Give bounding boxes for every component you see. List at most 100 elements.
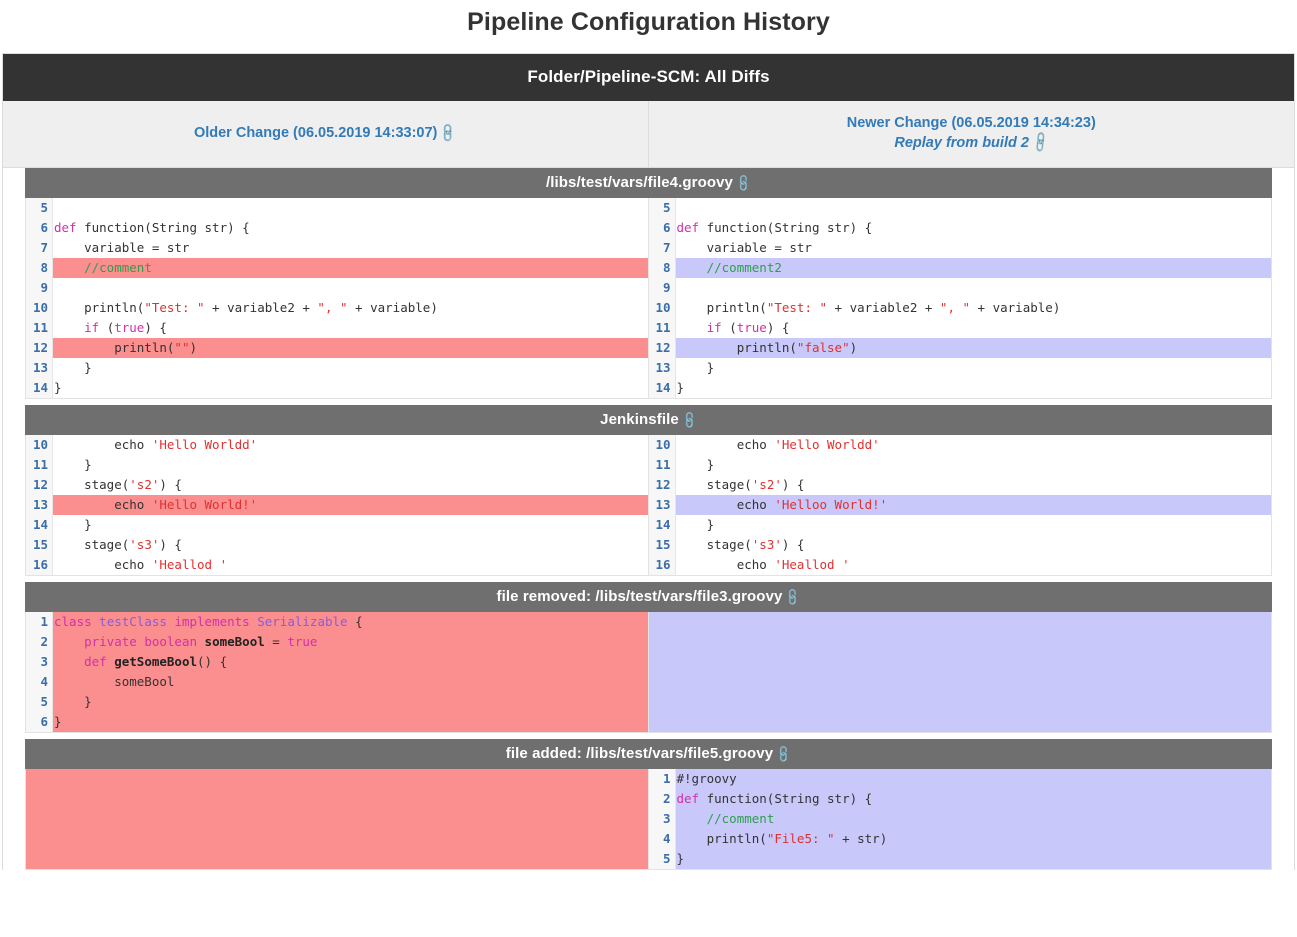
code-token: ) { xyxy=(782,477,805,492)
code-token: + variable2 + xyxy=(205,300,318,315)
code-token xyxy=(54,654,84,669)
panel-heading-text: Folder/Pipeline-SCM: All Diffs xyxy=(527,67,769,86)
diff-pane-left: 567891011121314 def function(String str)… xyxy=(26,198,649,398)
code-line xyxy=(676,278,1272,298)
link-icon[interactable]: 🔗 xyxy=(773,744,794,765)
code-token: //comment xyxy=(84,260,152,275)
code-token xyxy=(677,260,707,275)
code-token: function(String str) { xyxy=(699,220,872,235)
newer-change-link[interactable]: Newer Change (06.05.2019 14:34:23) xyxy=(847,115,1096,131)
code-line: echo 'Hello Worldd' xyxy=(53,435,648,455)
code-line: private boolean someBool = true xyxy=(53,632,648,652)
code-token: class xyxy=(54,614,92,629)
code-token: 'Heallod ' xyxy=(774,557,849,572)
line-number: 3 xyxy=(30,652,48,672)
code-token: someBool xyxy=(54,674,174,689)
line-number: 14 xyxy=(653,515,671,535)
older-change-link[interactable]: Older Change (06.05.2019 14:33:07)🔗 xyxy=(194,125,457,141)
line-number: 12 xyxy=(653,338,671,358)
code-token: ) xyxy=(189,340,197,355)
code-line: echo 'Hello Worldd' xyxy=(676,435,1272,455)
link-icon[interactable]: 🔗 xyxy=(679,410,700,431)
file-diff-heading-text: /libs/test/vars/file4.groovy xyxy=(546,174,733,191)
line-number: 10 xyxy=(653,298,671,318)
replay-build-link[interactable]: Replay from build 2🔗 xyxy=(659,135,1285,151)
code-token: + variable2 + xyxy=(827,300,940,315)
code-token: + variable) xyxy=(348,300,438,315)
diff-body: 123456class testClass implements Seriali… xyxy=(25,612,1272,733)
line-number: 12 xyxy=(30,338,48,358)
line-number: 6 xyxy=(30,218,48,238)
code-token: } xyxy=(677,851,685,866)
file-diff-heading: file added: /libs/test/vars/file5.groovy… xyxy=(25,739,1272,769)
line-number: 4 xyxy=(30,672,48,692)
line-number: 5 xyxy=(653,198,671,218)
code-token xyxy=(54,260,84,275)
code-token: } xyxy=(54,694,92,709)
line-number: 13 xyxy=(653,495,671,515)
code-token: function(String str) { xyxy=(77,220,250,235)
code-token: stage( xyxy=(677,537,752,552)
line-number: 2 xyxy=(30,632,48,652)
link-icon[interactable]: 🔗 xyxy=(1029,132,1052,155)
code-line: #!groovy xyxy=(676,769,1272,789)
code-line: } xyxy=(676,455,1272,475)
code-token: } xyxy=(54,457,92,472)
code-line: echo 'Hello World!' xyxy=(53,495,648,515)
line-number: 13 xyxy=(653,358,671,378)
code-token: ( xyxy=(99,320,114,335)
line-number-gutter: 567891011121314 xyxy=(26,198,53,398)
replay-build-label: Replay from build 2 xyxy=(894,135,1029,151)
code-token: "Test: " xyxy=(144,300,204,315)
code-token: //comment2 xyxy=(707,260,782,275)
newer-change-label: Newer Change (06.05.2019 14:34:23) xyxy=(847,115,1096,131)
code-token: println( xyxy=(677,831,767,846)
code-token: 's2' xyxy=(129,477,159,492)
code-token: ", " xyxy=(940,300,970,315)
code-line: def function(String str) { xyxy=(676,218,1272,238)
diff-pane-left xyxy=(26,769,649,869)
code-token: } xyxy=(677,457,715,472)
line-number-gutter: 12345 xyxy=(649,769,676,869)
code-token xyxy=(54,634,84,649)
code-token: 'Hello World!' xyxy=(152,497,257,512)
code-token: def xyxy=(677,220,700,235)
diff-pane-right: 567891011121314 def function(String str)… xyxy=(649,198,1272,398)
link-icon[interactable]: 🔗 xyxy=(733,173,754,194)
code-token: } xyxy=(677,517,715,532)
line-number: 14 xyxy=(653,378,671,398)
code-token: stage( xyxy=(54,537,129,552)
code-token: } xyxy=(54,714,62,729)
code-token: "File5: " xyxy=(767,831,835,846)
line-number: 13 xyxy=(30,358,48,378)
code-line: } xyxy=(53,455,648,475)
code-line: } xyxy=(53,692,648,712)
code-token xyxy=(197,634,205,649)
code-token xyxy=(677,320,707,335)
line-number: 14 xyxy=(30,515,48,535)
link-icon[interactable]: 🔗 xyxy=(437,122,460,145)
code-token: testClass xyxy=(99,614,167,629)
code-token: ) { xyxy=(144,320,167,335)
line-number: 15 xyxy=(653,535,671,555)
code-token: stage( xyxy=(677,477,752,492)
line-number: 1 xyxy=(653,769,671,789)
link-icon[interactable]: 🔗 xyxy=(783,587,804,608)
code-token: ) xyxy=(850,340,858,355)
code-line: def function(String str) { xyxy=(676,789,1272,809)
code-token: println( xyxy=(54,340,174,355)
file-diff-heading: Jenkinsfile🔗 xyxy=(25,405,1272,435)
diff-pane-left: 10111213141516 echo 'Hello Worldd' } sta… xyxy=(26,435,649,575)
code-line: stage('s3') { xyxy=(676,535,1272,555)
code-line: } xyxy=(53,378,648,398)
line-number: 16 xyxy=(30,555,48,575)
code-token: echo xyxy=(677,437,775,452)
code-token: variable = str xyxy=(677,240,812,255)
code-line: } xyxy=(676,849,1272,869)
code-line: def function(String str) { xyxy=(53,218,648,238)
diff-body: 12345#!groovydef function(String str) { … xyxy=(25,769,1272,870)
code-line: } xyxy=(676,378,1272,398)
file-diff-heading-text: Jenkinsfile xyxy=(600,411,679,428)
code-token: ", " xyxy=(317,300,347,315)
code-line: echo 'Heallod ' xyxy=(676,555,1272,575)
